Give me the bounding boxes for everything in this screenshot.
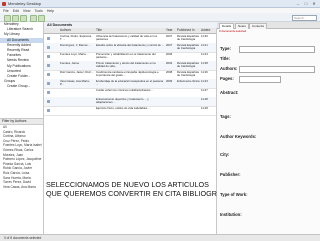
cell-published-in: Revista Española de Cardiología <box>177 62 199 69</box>
sidebar: Mendeley Literature Search My Library Al… <box>0 22 44 234</box>
mendeley-icon <box>2 1 6 6</box>
tab-contents[interactable]: Contents <box>249 23 268 29</box>
title-bar: Mendeley Desktop – □ ✕ <box>0 0 320 8</box>
cell-year: 2009 <box>166 80 173 83</box>
instruction-overlay: SELECCIONAMOS DE NUEVO LOS ARTICULOS QUE… <box>44 180 239 199</box>
cell-added: 11:23 <box>201 53 208 56</box>
cell-year: 2006 <box>166 53 173 56</box>
cell-published-in: Revista Española de Cardiología <box>177 35 199 42</box>
cell-title: Entrenamiento deportivo y tratamiento ..… <box>96 98 149 105</box>
toolbar: Search... <box>0 13 320 22</box>
cell-added: 11:28 <box>201 98 208 101</box>
cell-title: Primer tratamiento y efecto del tratamie… <box>96 62 156 69</box>
cell-published-in: Revista Española de Cardiología <box>177 44 199 51</box>
cell-authors: Ruiz García, Javier; Ruiz... <box>60 71 94 74</box>
cell-published-in <box>177 98 200 106</box>
type-select[interactable] <box>239 46 315 53</box>
minimize-icon[interactable]: – <box>294 1 302 6</box>
sidebar-item-create-group[interactable]: Create Group... <box>0 84 43 89</box>
filter-item[interactable]: Vera Casas, Ana María <box>0 185 43 190</box>
details-pane: Details Notes Contents 9 documents selec… <box>217 22 320 234</box>
cell-authors: Fuentes Loyo, María ... <box>60 53 89 56</box>
create-folder-icon[interactable] <box>12 14 19 22</box>
cell-authors: Domínguez, J; Ramos ... <box>60 44 91 47</box>
share-icon[interactable] <box>38 14 45 22</box>
app-window: Mendeley Desktop – □ ✕ File Edit View To… <box>0 0 320 241</box>
cell-year: 2004 <box>166 62 173 65</box>
column-year[interactable]: Year <box>166 28 172 33</box>
cell-added: 11:30 <box>201 35 208 38</box>
selection-info: 9 documents selected <box>219 29 247 33</box>
field-label-type-of-work: Type of Work: <box>220 192 248 197</box>
status-text: 0 of 8 documents selected <box>4 236 42 240</box>
column-authors[interactable]: Authors <box>60 28 71 33</box>
cell-title: Cuidar enfermos crónicos multidisciplina… <box>96 89 154 92</box>
cell-title: Insuficiencia cardíaca en España. Epidem… <box>96 71 159 78</box>
field-label-institution: Institution: <box>220 212 242 217</box>
cell-authors: Cortina, Pedro; Espinoza, T. ... <box>60 35 92 42</box>
field-label-publisher: Publisher: <box>220 172 241 177</box>
field-label-authors: Authors: <box>220 66 238 71</box>
search-input[interactable]: Search... <box>292 14 317 21</box>
column-title[interactable]: Title <box>96 28 102 33</box>
cell-title: Ejercicio físico, estilos de vida saluda… <box>96 107 151 110</box>
field-label-tags: Tags: <box>220 114 231 119</box>
column-published-in[interactable]: Published In <box>177 28 195 33</box>
cell-added: 11:21 <box>201 44 208 47</box>
document-icon <box>47 72 50 76</box>
instruction-line-2: QUE QUEREMOS CONVERTIR EN CITA BIBLIOGRA… <box>46 188 239 198</box>
cell-published-in <box>177 89 200 97</box>
cell-year: 2007 <box>166 44 173 47</box>
cell-title: Influencia del tratamiento y calidad de … <box>96 35 158 42</box>
filter-pane: Filter by Authors All Castro, Ricardo Co… <box>0 118 43 213</box>
details-tabs: Details Notes Contents <box>217 22 320 29</box>
document-icon <box>47 63 50 67</box>
maximize-icon[interactable]: □ <box>302 1 310 6</box>
document-icon <box>47 45 50 49</box>
collections-tree: Mendeley Literature Search My Library Al… <box>0 22 43 90</box>
close-icon[interactable]: ✕ <box>310 1 318 6</box>
cell-authors: Vera Casas, Ana María; P... <box>60 80 90 87</box>
document-list-pane: All Documents Authors Title Year Publish… <box>44 22 239 234</box>
cell-title: El abordaje de la educación terapéutica … <box>96 80 164 87</box>
field-label-author-keywords: Author Keywords: <box>220 134 257 139</box>
field-label-abstract: Abstract: <box>220 90 239 95</box>
filter-list: All Castro, Ricardo Cortina, Alfonso Cru… <box>0 125 43 189</box>
field-label-pages: Pages: <box>220 76 234 81</box>
document-icon <box>47 81 50 85</box>
cell-published-in <box>177 53 200 61</box>
table-row[interactable]: Ejercicio físico, estilos de vida saluda… <box>44 106 216 116</box>
cell-published-in: Enfermería clínica <box>177 80 200 83</box>
remove-folder-icon[interactable] <box>20 14 27 22</box>
document-icon <box>47 99 50 103</box>
window-title: Mendeley Desktop <box>8 1 42 6</box>
cell-authors <box>60 107 94 115</box>
cell-published-in: Revista Española de Cardiología <box>177 71 199 78</box>
cell-added: 11:23 <box>201 80 208 83</box>
cell-added: 11:26 <box>201 71 208 74</box>
cell-authors: Fuentes, Jaime <box>60 62 80 65</box>
cell-added: 11:28 <box>201 107 208 110</box>
column-added[interactable]: Added <box>201 28 210 33</box>
cell-added: 11:38 <box>201 62 208 65</box>
cell-authors <box>60 89 94 97</box>
field-label-title: Title: <box>220 56 230 61</box>
sync-icon[interactable] <box>30 14 37 22</box>
document-icon <box>47 36 50 40</box>
cell-title: Prevención y rehabilitación en el tratam… <box>96 53 156 60</box>
document-icon <box>47 54 50 58</box>
pages-field[interactable] <box>239 76 281 83</box>
cell-title: Estudio sobre la eficacia del tratamient… <box>96 44 164 47</box>
cell-published-in <box>177 107 200 115</box>
field-label-type: Type: <box>220 46 231 51</box>
cell-added: 11:27 <box>201 89 208 92</box>
document-icon <box>47 108 50 112</box>
document-icon <box>47 90 50 94</box>
cell-year: 2007 <box>166 35 173 38</box>
add-documents-icon[interactable] <box>4 14 11 22</box>
cell-year: 2008 <box>166 71 173 74</box>
field-label-city: City: <box>220 152 230 157</box>
authors-field[interactable] <box>239 66 315 73</box>
cell-authors <box>60 98 94 106</box>
